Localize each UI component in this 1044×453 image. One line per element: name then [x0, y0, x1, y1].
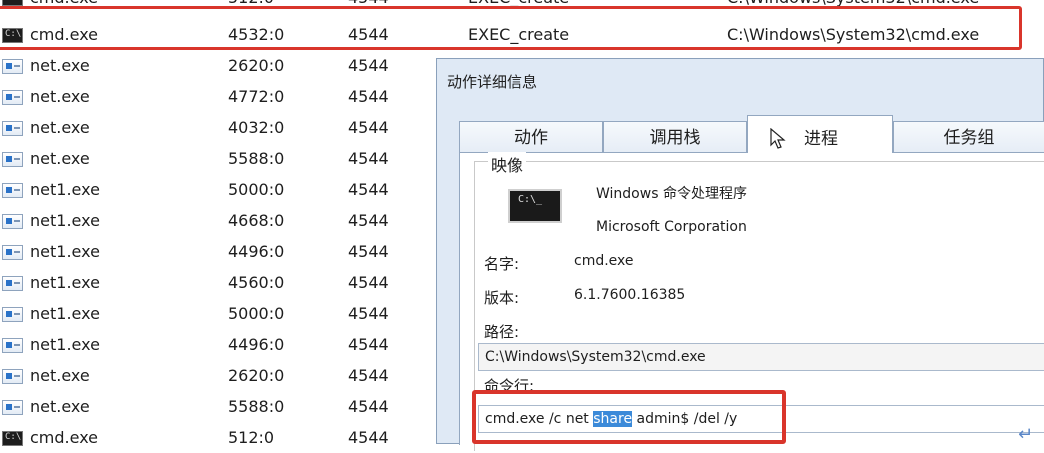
process-id: 512:0: [228, 428, 275, 447]
parent-process-id: 4544: [348, 428, 389, 447]
process-id: 5000:0: [228, 180, 285, 199]
parent-process-id: 4544: [348, 397, 389, 416]
dialog-tabs: 动作 调用栈 进程 任务组: [459, 115, 1044, 155]
tab-taskgroup-label: 任务组: [943, 128, 995, 148]
process-id: 5588:0: [228, 149, 285, 168]
highlight-box-cmd-row: [0, 6, 1022, 50]
tab-action[interactable]: 动作: [459, 121, 603, 153]
process-name: cmd.exe: [30, 428, 99, 447]
process-id: 5588:0: [228, 397, 285, 416]
file-description: Windows 命令处理程序: [596, 186, 747, 202]
path-field[interactable]: C:\Windows\System32\cmd.exe: [478, 343, 1044, 371]
parent-process-id: 4544: [348, 87, 389, 106]
process-name: net.exe: [30, 56, 90, 75]
parent-process-id: 4544: [348, 242, 389, 261]
dialog-title: 动作详细信息: [447, 73, 538, 91]
app-window-icon: [2, 338, 23, 353]
process-name: net.exe: [30, 87, 90, 106]
process-name: net.exe: [30, 149, 90, 168]
app-window-icon: [2, 121, 23, 136]
tab-callstack[interactable]: 调用栈: [603, 121, 747, 153]
app-window-icon: [2, 369, 23, 384]
app-window-icon: [2, 276, 23, 291]
app-window-icon: [2, 183, 23, 198]
cmd-program-icon: [508, 189, 562, 223]
process-name: net1.exe: [30, 304, 100, 323]
parent-process-id: 4544: [348, 211, 389, 230]
tab-action-label: 动作: [514, 128, 548, 148]
parent-process-id: 4544: [348, 118, 389, 137]
name-label: 名字:: [484, 255, 520, 273]
highlight-box-cmdline: [472, 390, 786, 444]
version-label: 版本:: [484, 289, 520, 307]
tab-taskgroup[interactable]: 任务组: [893, 121, 1044, 153]
image-group-label: 映像: [488, 152, 527, 176]
process-name: net1.exe: [30, 335, 100, 354]
process-id: 4772:0: [228, 87, 285, 106]
parent-process-id: 4544: [348, 273, 389, 292]
process-id: 4496:0: [228, 335, 285, 354]
process-name: net1.exe: [30, 180, 100, 199]
process-name: net.exe: [30, 118, 90, 137]
process-name: net.exe: [30, 397, 90, 416]
action-details-dialog: 动作详细信息 动作 调用栈 进程 任务组 映像 Windows 命令处理程序 M…: [436, 58, 1044, 451]
app-window-icon: [2, 90, 23, 105]
process-id: 2620:0: [228, 366, 285, 385]
app-window-icon: [2, 400, 23, 415]
version-value: 6.1.7600.16385: [574, 287, 686, 303]
parent-process-id: 4544: [348, 149, 389, 168]
mouse-cursor-icon: [770, 128, 786, 149]
tab-callstack-label: 调用栈: [649, 128, 701, 148]
tab-process[interactable]: 进程: [747, 115, 893, 155]
process-id: 2620:0: [228, 56, 285, 75]
process-id: 4032:0: [228, 118, 285, 137]
process-name: net.exe: [30, 366, 90, 385]
app-window-icon: [2, 59, 23, 74]
app-window-icon: [2, 152, 23, 167]
tab-process-label: 进程: [804, 129, 838, 149]
parent-process-id: 4544: [348, 304, 389, 323]
return-arrow-icon: ↵: [1018, 424, 1034, 445]
process-name: net1.exe: [30, 273, 100, 292]
parent-process-id: 4544: [348, 335, 389, 354]
company-name: Microsoft Corporation: [596, 219, 747, 235]
parent-process-id: 4544: [348, 180, 389, 199]
process-name: net1.exe: [30, 242, 100, 261]
path-label: 路径:: [484, 323, 520, 341]
name-value: cmd.exe: [574, 253, 634, 269]
process-name: net1.exe: [30, 211, 100, 230]
process-id: 4668:0: [228, 211, 285, 230]
parent-process-id: 4544: [348, 56, 389, 75]
process-id: 4496:0: [228, 242, 285, 261]
app-window-icon: [2, 307, 23, 322]
process-id: 4560:0: [228, 273, 285, 292]
process-id: 5000:0: [228, 304, 285, 323]
app-window-icon: [2, 214, 23, 229]
app-window-icon: [2, 245, 23, 260]
parent-process-id: 4544: [348, 366, 389, 385]
